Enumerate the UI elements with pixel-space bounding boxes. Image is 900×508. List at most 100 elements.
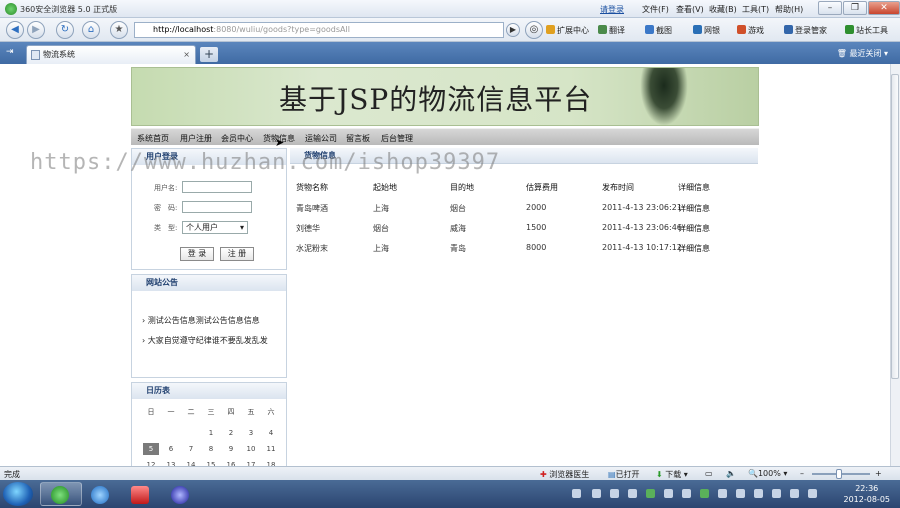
minimize-button[interactable]: –	[818, 1, 842, 15]
taskbar-360-browser[interactable]	[40, 482, 82, 506]
calendar-day[interactable]: 8	[201, 445, 221, 453]
zoom-in-button[interactable]: +	[875, 469, 882, 478]
menu-view[interactable]: 查看(V)	[676, 4, 704, 15]
tray-icon[interactable]	[772, 489, 781, 498]
tray-icon[interactable]	[572, 489, 581, 498]
table-cell: 烟台	[450, 204, 466, 213]
taskbar-ie[interactable]	[80, 482, 122, 506]
zoom-slider-handle[interactable]	[836, 469, 842, 479]
games-button[interactable]: 游戏	[737, 25, 764, 36]
nav-register[interactable]: 用户注册	[180, 133, 212, 144]
zoom-out-button[interactable]: –	[800, 469, 804, 478]
download-button[interactable]: ⬇ 下载 ▾	[656, 469, 688, 480]
detail-link[interactable]: 详细信息	[678, 203, 710, 214]
display-mode-icon[interactable]: ▭	[705, 469, 713, 478]
refresh-button[interactable]: ↻	[56, 21, 74, 39]
restore-button[interactable]: ❐	[843, 1, 867, 15]
table-cell: 1500	[526, 223, 547, 232]
opened-indicator[interactable]: ▤已打开	[608, 469, 640, 480]
table-header: 目的地	[450, 183, 474, 192]
password-input[interactable]	[182, 201, 252, 213]
favorite-star-icon[interactable]: ★	[110, 21, 128, 39]
username-input[interactable]	[182, 181, 252, 193]
menu-file[interactable]: 文件(F)	[642, 4, 669, 15]
url-host: http://localhost	[153, 25, 214, 34]
network-icon[interactable]	[790, 489, 799, 498]
nav-home[interactable]: 系统首页	[137, 133, 169, 144]
reopen-closed-button[interactable]: 🗑 最近关闭 ▾	[837, 48, 888, 59]
calendar-day[interactable]: 9	[221, 445, 241, 453]
online-bank-button[interactable]: 网银	[693, 25, 720, 36]
menu-favorites[interactable]: 收藏(B)	[709, 4, 737, 15]
nav-message-board[interactable]: 留言板	[346, 133, 370, 144]
webmaster-tools-button[interactable]: 站长工具	[845, 25, 888, 36]
system-clock[interactable]: 22:36 2012-08-05	[844, 483, 891, 505]
calendar-day[interactable]: 4	[261, 429, 281, 437]
register-button[interactable]: 注 册	[220, 247, 254, 261]
nav-member-center[interactable]: 会员中心	[221, 133, 253, 144]
bank-icon	[693, 25, 702, 34]
scissors-icon	[645, 25, 654, 34]
tray-icon[interactable]	[700, 489, 709, 498]
login-link[interactable]: 请登录	[600, 4, 624, 15]
sidebar-toggle-icon[interactable]: ⇥	[6, 47, 14, 57]
tray-icon[interactable]	[628, 489, 637, 498]
status-done: 完成	[4, 470, 20, 479]
browser-doctor-button[interactable]: ✚ 浏览器医生	[540, 469, 589, 480]
home-button[interactable]: ⌂	[82, 21, 100, 39]
tray-icon[interactable]	[646, 489, 655, 498]
calendar-day-today[interactable]: 5	[143, 443, 159, 455]
tab-title: 物流系统	[43, 50, 75, 59]
volume-icon[interactable]	[808, 489, 817, 498]
address-input[interactable]: http://localhost:8080/wuliu/goods?type=g…	[134, 22, 504, 38]
nav-admin[interactable]: 后台管理	[381, 133, 413, 144]
calendar-day[interactable]: 2	[221, 429, 241, 437]
site-nav: 系统首页 用户注册 会员中心 货物信息 运输公司 留言板 后台管理	[131, 128, 759, 145]
calendar-day[interactable]: 10	[241, 445, 261, 453]
sound-icon[interactable]: 🔈	[726, 469, 736, 478]
screenshot-button[interactable]: 截图	[645, 25, 672, 36]
calendar-weekday: 一	[167, 408, 175, 416]
table-cell: 8000	[526, 243, 547, 252]
zoom-control[interactable]: 🔍100% ▾	[748, 469, 787, 478]
user-type-select[interactable]: 个人用户 ▾	[182, 221, 248, 234]
new-tab-button[interactable]: +	[200, 47, 218, 62]
tray-icon[interactable]	[664, 489, 673, 498]
translate-button[interactable]: 翻译	[598, 25, 625, 36]
back-button[interactable]: ◀	[6, 21, 24, 39]
detail-link[interactable]: 详细信息	[678, 243, 710, 254]
login-manager-button[interactable]: 登录管家	[784, 25, 827, 36]
calendar-day[interactable]: 11	[261, 445, 281, 453]
tray-icon[interactable]	[736, 489, 745, 498]
menu-tools[interactable]: 工具(T)	[742, 4, 769, 15]
tray-icon[interactable]	[610, 489, 619, 498]
tray-icon[interactable]	[682, 489, 691, 498]
go-arrow-icon[interactable]: ▶	[506, 23, 520, 37]
forward-button[interactable]: ▶	[27, 21, 45, 39]
taskbar-app-red[interactable]	[120, 482, 162, 506]
webmaster-icon	[845, 25, 854, 34]
login-button[interactable]: 登 录	[180, 247, 214, 261]
calendar-day[interactable]: 6	[161, 445, 181, 453]
tray-icon[interactable]	[592, 489, 601, 498]
notice-item[interactable]: › 测试公告信息测试公告信息信息	[142, 315, 282, 326]
menu-help[interactable]: 帮助(H)	[775, 4, 803, 15]
tray-icon[interactable]	[718, 489, 727, 498]
security-icon[interactable]: ◎	[525, 21, 543, 39]
notice-item[interactable]: › 大家自觉遵守纪律谁不要乱发乱发	[142, 335, 282, 346]
start-button[interactable]	[3, 482, 33, 506]
tab-logistics[interactable]: 物流系统 ×	[26, 45, 196, 64]
eclipse-icon	[171, 486, 189, 504]
scrollbar-thumb[interactable]	[891, 74, 899, 379]
detail-link[interactable]: 详细信息	[678, 223, 710, 234]
close-button[interactable]: ✕	[868, 1, 900, 15]
taskbar-app-blue[interactable]	[160, 482, 202, 506]
calendar-day[interactable]: 1	[201, 429, 221, 437]
tray-icon[interactable]	[754, 489, 763, 498]
calendar-day[interactable]: 7	[181, 445, 201, 453]
calendar-day[interactable]: 3	[241, 429, 261, 437]
tab-close-icon[interactable]: ×	[183, 46, 190, 63]
extension-center-button[interactable]: 扩展中心	[546, 25, 589, 36]
browser-title-bar: 360安全浏览器 5.0 正式版 请登录 文件(F) 查看(V) 收藏(B) 工…	[0, 0, 900, 18]
nav-transport-company[interactable]: 运输公司	[305, 133, 337, 144]
